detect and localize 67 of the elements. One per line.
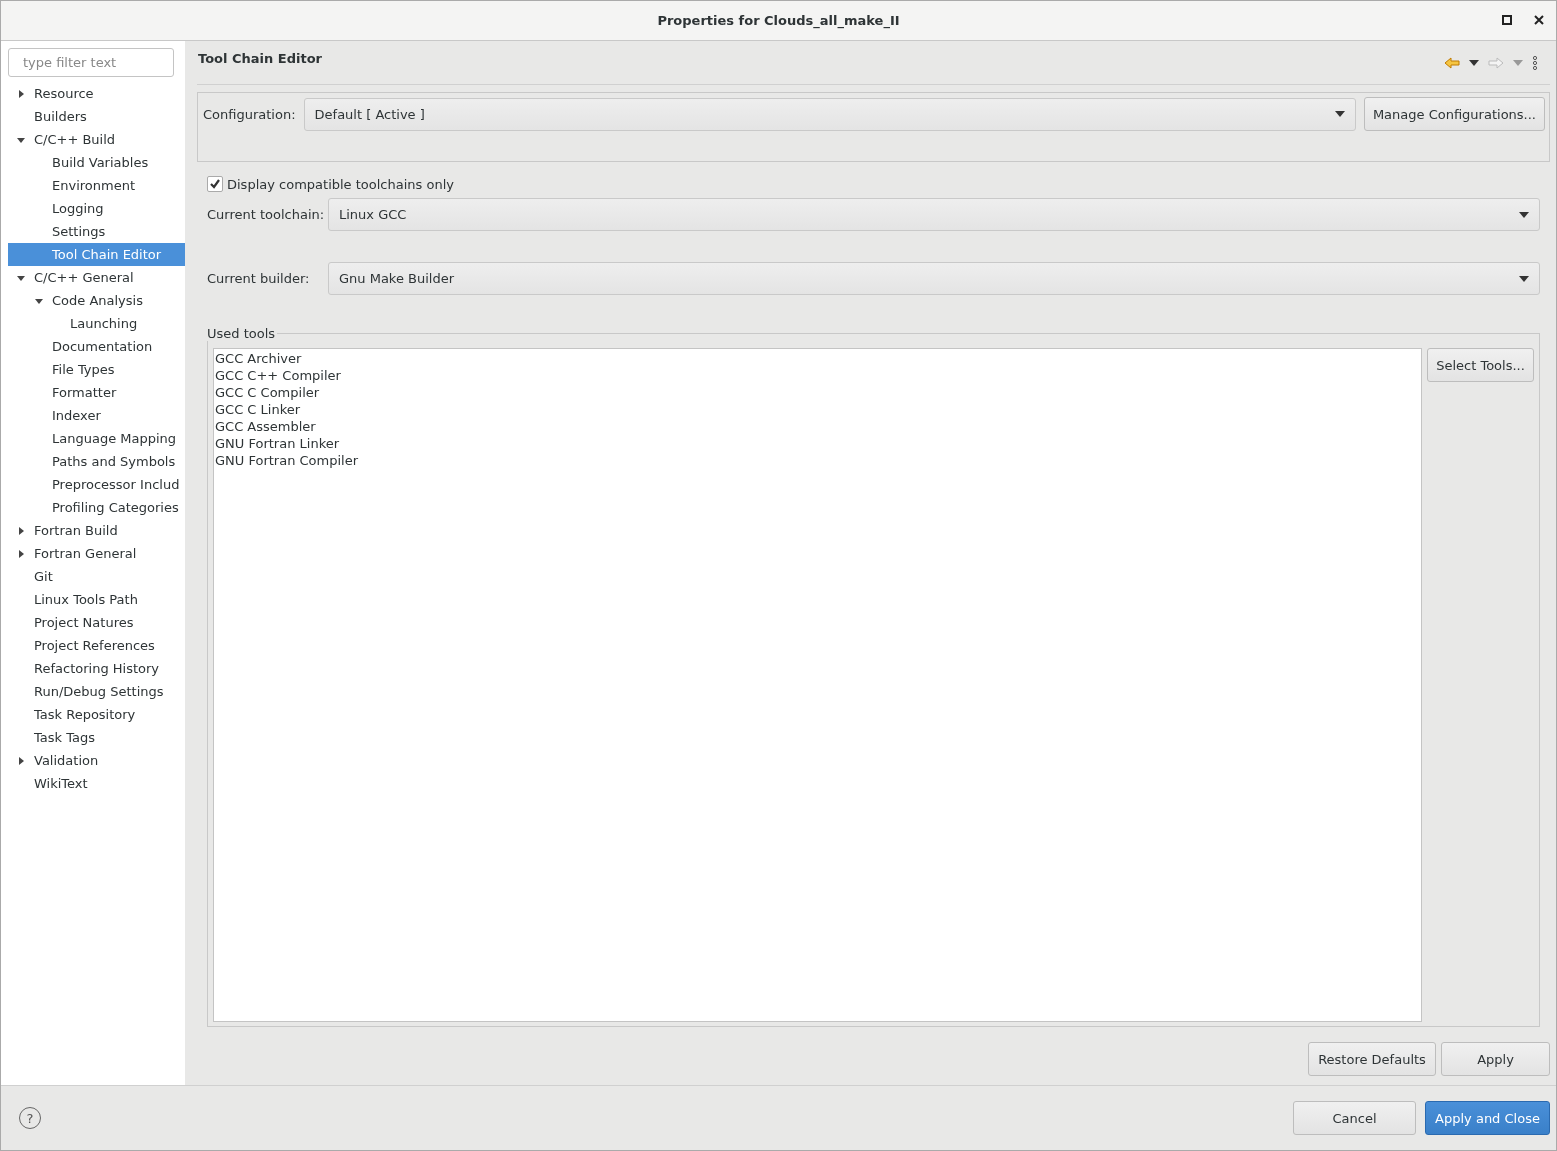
tree-item[interactable]: Formatter: [8, 381, 185, 404]
group-label: Used tools: [207, 326, 278, 341]
tree-item[interactable]: Resource: [8, 82, 185, 105]
cancel-button[interactable]: Cancel: [1293, 1101, 1416, 1135]
restore-defaults-button[interactable]: Restore Defaults: [1308, 1042, 1436, 1076]
toolchain-label: Current toolchain:: [207, 207, 326, 222]
collapsed-arrow-icon[interactable]: [16, 755, 26, 766]
tools-list[interactable]: GCC Archiver GCC C++ Compiler GCC C Compiler GCC C Linker GCC Assembler GNU Fortran Linker GNU Fortran Compiler: [213, 348, 1422, 1022]
tree-item[interactable]: Documentation: [8, 335, 185, 358]
dropdown-caret-icon: [1519, 275, 1529, 282]
configuration-dropdown[interactable]: Default [ Active ]: [303, 97, 1356, 131]
manage-configurations-button[interactable]: Manage Configurations...: [1363, 97, 1545, 131]
tree-item[interactable]: Indexer: [8, 404, 185, 427]
tree-item[interactable]: Run/Debug Settings: [8, 680, 185, 703]
collapsed-arrow-icon[interactable]: [16, 525, 26, 536]
filter-field[interactable]: type filter text: [8, 48, 174, 77]
tree-item[interactable]: Code Analysis: [8, 289, 185, 312]
tree-item[interactable]: Preprocessor Includ: [8, 473, 185, 496]
toolchain-dropdown[interactable]: Linux GCC: [328, 198, 1540, 231]
maximize-icon: [1502, 15, 1512, 25]
collapsed-arrow-icon[interactable]: [16, 88, 26, 99]
window-title: Properties for Clouds_all_make_II: [657, 13, 900, 28]
tree-item[interactable]: Fortran General: [8, 542, 185, 565]
tree-item[interactable]: Linux Tools Path: [8, 588, 185, 611]
apply-button[interactable]: Apply: [1441, 1042, 1550, 1076]
dropdown-caret-icon: [1334, 111, 1345, 117]
list-item[interactable]: GCC C Linker: [215, 401, 1420, 418]
tree-item[interactable]: File Types: [8, 358, 185, 381]
page-title: Tool Chain Editor: [198, 51, 322, 66]
tree-item[interactable]: Launching: [8, 312, 185, 335]
tree-item[interactable]: C/C++ General: [8, 266, 185, 289]
collapsed-arrow-icon[interactable]: [16, 548, 26, 559]
list-item[interactable]: GNU Fortran Linker: [215, 435, 1420, 452]
tree-item[interactable]: C/C++ Build: [8, 128, 185, 151]
tree-item[interactable]: Fortran Build: [8, 519, 185, 542]
tree-item[interactable]: Environment: [8, 174, 185, 197]
checkbox-label: Display compatible toolchains only: [227, 176, 454, 192]
close-icon: [1534, 15, 1544, 25]
tree-item[interactable]: Project References: [8, 634, 185, 657]
list-item[interactable]: GCC C Compiler: [215, 384, 1420, 401]
tree-item[interactable]: Profiling Categories: [8, 496, 185, 519]
tree-item[interactable]: Task Repository: [8, 703, 185, 726]
tree-item[interactable]: Paths and Symbols: [8, 450, 185, 473]
tree-item[interactable]: Validation: [8, 749, 185, 772]
dropdown-caret-icon[interactable]: [1469, 59, 1479, 66]
more-menu-icon[interactable]: [1532, 55, 1538, 70]
tree-item[interactable]: Settings: [8, 220, 185, 243]
configuration-label: Configuration:: [203, 106, 296, 122]
apply-and-close-button[interactable]: Apply and Close: [1425, 1101, 1550, 1135]
tree-item[interactable]: Logging: [8, 197, 185, 220]
tree-item[interactable]: Builders: [8, 105, 185, 128]
tree-item[interactable]: Language Mapping: [8, 427, 185, 450]
list-item[interactable]: GCC C++ Compiler: [215, 367, 1420, 384]
tree-item[interactable]: Git: [8, 565, 185, 588]
list-item[interactable]: GNU Fortran Compiler: [215, 452, 1420, 469]
builder-label: Current builder:: [207, 271, 311, 286]
tree-item[interactable]: Refactoring History: [8, 657, 185, 680]
list-item[interactable]: GCC Archiver: [215, 350, 1420, 367]
tree-item[interactable]: Build Variables: [8, 151, 185, 174]
tree-item[interactable]: Task Tags: [8, 726, 185, 749]
checkbox[interactable]: [207, 176, 223, 192]
tree-item[interactable]: Project Natures: [8, 611, 185, 634]
select-tools-button[interactable]: Select Tools...: [1427, 348, 1534, 382]
list-item[interactable]: GCC Assembler: [215, 418, 1420, 435]
builder-dropdown[interactable]: Gnu Make Builder: [328, 262, 1540, 295]
dropdown-caret-icon: [1519, 211, 1529, 218]
tree-item[interactable]: WikiText: [8, 772, 185, 795]
